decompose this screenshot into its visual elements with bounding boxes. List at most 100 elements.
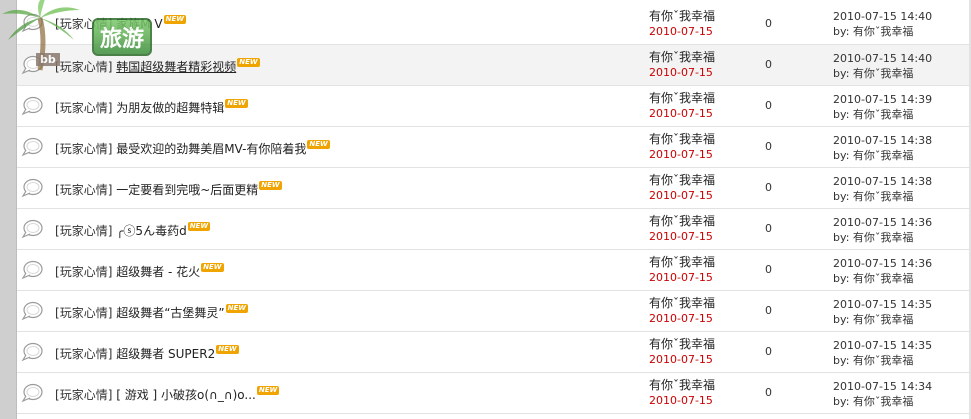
new-badge: NEW — [307, 140, 330, 149]
last-post-time-link[interactable]: 2010-07-15 14:35 — [833, 297, 932, 312]
thread-status-icon — [21, 55, 43, 75]
last-post-time-link[interactable]: 2010-07-15 14:40 — [833, 9, 932, 24]
speech-bubble-icon — [21, 342, 43, 362]
speech-bubble-icon — [21, 301, 43, 321]
thread-category[interactable]: 玩家心情 — [55, 101, 116, 115]
author-link[interactable]: 有你ˇ我幸福 — [649, 132, 715, 147]
thread-status-icon — [21, 96, 43, 116]
thread-row: 玩家心情[ 游戏 ] 小破孩o(∩_∩)o...NEW有你ˇ我幸福2010-07… — [17, 373, 969, 414]
last-post-by[interactable]: by: 有你ˇ我幸福 — [833, 312, 932, 327]
thread-title-link[interactable]: 一定要看到完哦~后面更精 — [116, 183, 258, 197]
thread-row: 玩家心情一定要看到完哦~后面更精NEW 有你ˇ我幸福2010-07-15 0 2010… — [17, 168, 969, 209]
thread-category[interactable]: 玩家心情 — [55, 183, 116, 197]
last-post-time-link[interactable]: 2010-07-15 14:35 — [833, 338, 932, 353]
author-link[interactable]: 有你ˇ我幸福 — [649, 91, 715, 106]
post-date: 2010-07-15 — [649, 353, 713, 366]
thread-status-icon — [21, 383, 43, 403]
author-cell: 有你ˇ我幸福 2010-07-15 — [649, 91, 715, 121]
post-date: 2010-07-15 — [649, 107, 713, 120]
new-badge: NEW — [163, 15, 186, 24]
last-post-by[interactable]: by: 有你ˇ我幸福 — [833, 24, 932, 39]
thread-category[interactable]: 玩家心情 — [55, 347, 116, 361]
thread-category[interactable]: 玩家心情 — [55, 306, 116, 320]
post-date: 2010-07-15 — [649, 66, 713, 79]
last-post-time-link[interactable]: 2010-07-15 14:40 — [833, 51, 932, 66]
new-badge: NEW — [187, 222, 211, 231]
last-post-by[interactable]: by: 有你ˇ我幸福 — [833, 230, 932, 245]
author-link[interactable]: 有你ˇ我幸福 — [649, 296, 715, 311]
last-post-cell: 2010-07-15 14:36 by: 有你ˇ我幸福 — [833, 256, 932, 286]
last-post-time-link[interactable]: 2010-07-15 14:34 — [833, 379, 932, 394]
thread-title-link[interactable]: [ 游戏 ] 小破孩o(∩_∩)o... — [116, 388, 256, 402]
last-post-by[interactable]: by: 有你ˇ我幸福 — [833, 271, 932, 286]
reply-count: 0 — [765, 263, 772, 276]
thread-title-cell: 玩家心情家族M VNEW — [55, 15, 186, 32]
thread-title-link[interactable]: 超级舞者“古堡舞灵” — [116, 306, 224, 320]
thread-title-link[interactable]: 韩国超级舞者精彩视频 — [116, 60, 236, 74]
new-badge: NEW — [216, 345, 239, 354]
thread-title-link[interactable]: ╭ⓢ5ん毒药d — [116, 224, 186, 238]
thread-row: 玩家心情超级舞者 - 花火NEW 有你ˇ我幸福2010-07-15 0 2010-07… — [17, 250, 969, 291]
reply-count: 0 — [765, 99, 772, 112]
thread-title-link[interactable]: 为朋友做的超舞特辑 — [116, 101, 224, 115]
thread-category[interactable]: 玩家心情 — [55, 388, 116, 402]
thread-row: 玩家心情超级舞者 SUPER2NEW 有你ˇ我幸福2010-07-15 0 2010-… — [17, 332, 969, 373]
thread-title-link[interactable]: 超级舞者 SUPER2 — [116, 347, 215, 361]
author-link[interactable]: 有你ˇ我幸福 — [649, 50, 715, 65]
last-post-by[interactable]: by: 有你ˇ我幸福 — [833, 353, 932, 368]
last-post-time-link[interactable]: 2010-07-15 14:36 — [833, 256, 932, 271]
last-post-time-link[interactable]: 2010-07-15 14:39 — [833, 92, 932, 107]
last-post-time-link[interactable]: 2010-07-15 14:38 — [833, 174, 932, 189]
author-cell: 有你ˇ我幸福 2010-07-15 — [649, 173, 715, 203]
author-link[interactable]: 有你ˇ我幸福 — [649, 9, 715, 24]
author-link[interactable]: 有你ˇ我幸福 — [649, 378, 715, 393]
thread-title-cell: 玩家心情超级舞者 SUPER2NEW — [55, 345, 239, 362]
thread-title-link[interactable]: 家族M V — [116, 17, 162, 31]
thread-category[interactable]: 玩家心情 — [55, 224, 116, 238]
new-badge: NEW — [237, 58, 260, 67]
post-date: 2010-07-15 — [649, 312, 713, 325]
thread-category[interactable]: 玩家心情 — [55, 142, 116, 156]
last-post-time-link[interactable]: 2010-07-15 14:38 — [833, 133, 932, 148]
thread-status-icon — [21, 137, 43, 157]
author-cell: 有你ˇ我幸福 2010-07-15 — [649, 214, 715, 244]
thread-category[interactable]: 玩家心情 — [55, 60, 116, 74]
last-post-cell: 2010-07-15 14:36 by: 有你ˇ我幸福 — [833, 215, 932, 245]
reply-count: 0 — [765, 304, 772, 317]
author-link[interactable]: 有你ˇ我幸福 — [649, 255, 715, 270]
last-post-cell: 2010-07-15 14:39 by: 有你ˇ我幸福 — [833, 92, 932, 122]
last-post-cell: 2010-07-15 14:40 by: 有你ˇ我幸福 — [833, 51, 932, 81]
post-date: 2010-07-15 — [649, 394, 713, 407]
thread-title-link[interactable]: 最受欢迎的劲舞美眉MV-有你陪着我 — [116, 142, 306, 156]
thread-title-cell: 玩家心情超级舞者 - 花火NEW — [55, 263, 224, 280]
thread-title-cell: 玩家心情为朋友做的超舞特辑NEW — [55, 99, 248, 116]
thread-row: 玩家心情韩国超级舞者精彩视频NEW 有你ˇ我幸福2010-07-15 0 2010-0… — [17, 45, 969, 86]
thread-row: 玩家心情为朋友做的超舞特辑NEW 有你ˇ我幸福2010-07-15 0 2010-07… — [17, 86, 969, 127]
thread-category[interactable]: 玩家心情 — [55, 265, 116, 279]
last-post-time-link[interactable]: 2010-07-15 14:36 — [833, 215, 932, 230]
thread-list: 玩家心情家族M VNEW有你ˇ我幸福2010-07-1502010-07-15 … — [17, 0, 969, 414]
post-date: 2010-07-15 — [649, 148, 713, 161]
reply-count: 0 — [765, 140, 772, 153]
last-post-cell: 2010-07-15 14:38 by: 有你ˇ我幸福 — [833, 174, 932, 204]
reply-count: 0 — [765, 222, 772, 235]
thread-row: 玩家心情最受欢迎的劲舞美眉MV-有你陪着我NEW有你ˇ我幸福2010-07-15… — [17, 127, 969, 168]
author-link[interactable]: 有你ˇ我幸福 — [649, 173, 715, 188]
last-post-by[interactable]: by: 有你ˇ我幸福 — [833, 189, 932, 204]
speech-bubble-icon — [21, 383, 43, 403]
author-link[interactable]: 有你ˇ我幸福 — [649, 214, 715, 229]
speech-bubble-icon — [21, 178, 43, 198]
thread-title-link[interactable]: 超级舞者 - 花火 — [116, 265, 200, 279]
last-post-by[interactable]: by: 有你ˇ我幸福 — [833, 66, 932, 81]
author-link[interactable]: 有你ˇ我幸福 — [649, 337, 715, 352]
post-date: 2010-07-15 — [649, 189, 713, 202]
last-post-by[interactable]: by: 有你ˇ我幸福 — [833, 107, 932, 122]
last-post-cell: 2010-07-15 14:40 by: 有你ˇ我幸福 — [833, 9, 932, 39]
thread-category[interactable]: 玩家心情 — [55, 17, 116, 31]
thread-row: 玩家心情╭ⓢ5ん毒药dNEW 有你ˇ我幸福2010-07-15 0 2010-07-1… — [17, 209, 969, 250]
last-post-by[interactable]: by: 有你ˇ我幸福 — [833, 394, 932, 409]
thread-status-icon — [21, 219, 43, 239]
thread-title-cell: 玩家心情[ 游戏 ] 小破孩o(∩_∩)o...NEW — [55, 386, 280, 403]
thread-status-icon — [21, 342, 43, 362]
last-post-by[interactable]: by: 有你ˇ我幸福 — [833, 148, 932, 163]
